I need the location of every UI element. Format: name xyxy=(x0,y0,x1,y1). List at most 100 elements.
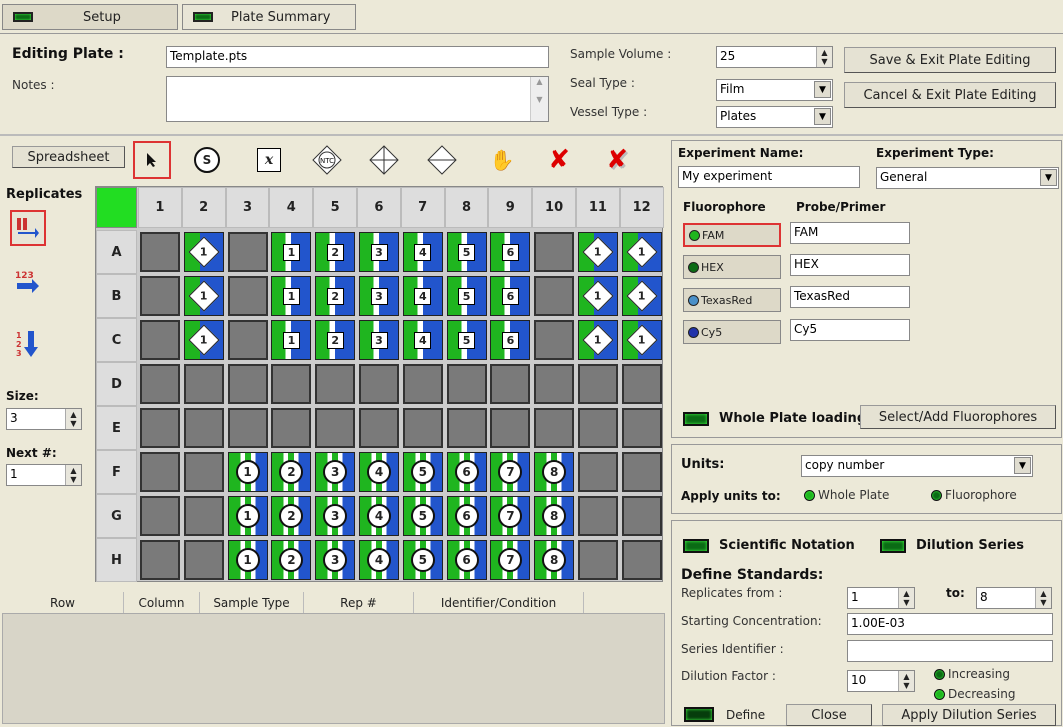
series-identifier-field[interactable] xyxy=(847,640,1053,662)
apply-whole-plate-radio[interactable]: Whole Plate xyxy=(804,488,889,502)
notes-field[interactable] xyxy=(166,76,549,122)
well-A5[interactable]: 2 xyxy=(315,232,356,272)
experiment-name-field[interactable]: My experiment xyxy=(678,166,860,188)
column-header-5[interactable]: 5 xyxy=(313,187,357,228)
well-D5[interactable] xyxy=(315,364,356,404)
well-C5[interactable]: 2 xyxy=(315,320,356,360)
well-C11[interactable]: 1 xyxy=(578,320,618,360)
select-all-corner[interactable] xyxy=(96,187,137,228)
well-E9[interactable] xyxy=(490,408,531,448)
column-header-12[interactable]: 12 xyxy=(619,187,664,228)
next-spinner[interactable]: ▲ ▼ xyxy=(65,465,81,485)
replicate-horizontal-icon[interactable]: 123 xyxy=(10,264,46,300)
fluorophore-cy5-button[interactable]: Cy5 xyxy=(683,320,781,344)
fluorophore-hex-button[interactable]: HEX xyxy=(683,255,781,279)
well-A11[interactable]: 1 xyxy=(578,232,618,272)
column-header-1[interactable]: 1 xyxy=(138,187,182,228)
column-header-6[interactable]: 6 xyxy=(357,187,401,228)
well-H10[interactable]: 8 xyxy=(534,540,575,580)
well-H3[interactable]: 1 xyxy=(227,540,268,580)
well-B1[interactable] xyxy=(140,276,180,316)
chevron-down-icon[interactable]: ▼ xyxy=(1040,169,1057,186)
define-toggle[interactable]: Define xyxy=(684,707,765,722)
row-header-B[interactable]: B xyxy=(96,274,137,318)
apply-fluorophore-radio[interactable]: Fluorophore xyxy=(931,488,1017,502)
well-D4[interactable] xyxy=(271,364,312,404)
tab-plate-summary[interactable]: Plate Summary xyxy=(182,4,356,30)
well-E4[interactable] xyxy=(271,408,312,448)
well-H4[interactable]: 2 xyxy=(271,540,312,580)
well-B2[interactable]: 1 xyxy=(183,276,224,316)
well-G4[interactable]: 2 xyxy=(271,496,312,536)
well-F6[interactable]: 4 xyxy=(359,452,399,492)
well-E6[interactable] xyxy=(359,408,399,448)
well-D2[interactable] xyxy=(183,364,224,404)
row-header-C[interactable]: C xyxy=(96,318,137,362)
column-header-4[interactable]: 4 xyxy=(269,187,314,228)
well-C8[interactable]: 5 xyxy=(446,320,487,360)
well-G6[interactable]: 4 xyxy=(359,496,399,536)
dilution-series-toggle[interactable]: Dilution Series xyxy=(880,538,1024,553)
probe-hex-field[interactable]: HEX xyxy=(790,254,910,276)
well-A8[interactable]: 5 xyxy=(446,232,487,272)
well-A4[interactable]: 1 xyxy=(271,232,312,272)
well-D8[interactable] xyxy=(446,364,487,404)
column-header-8[interactable]: 8 xyxy=(444,187,489,228)
well-B5[interactable]: 2 xyxy=(315,276,356,316)
plate-filename-field[interactable]: Template.pts xyxy=(166,46,549,68)
well-H9[interactable]: 7 xyxy=(490,540,531,580)
well-F1[interactable] xyxy=(140,452,180,492)
well-F9[interactable]: 7 xyxy=(490,452,531,492)
well-F8[interactable]: 6 xyxy=(446,452,487,492)
well-G7[interactable]: 5 xyxy=(402,496,443,536)
well-G10[interactable]: 8 xyxy=(534,496,575,536)
well-F4[interactable]: 2 xyxy=(271,452,312,492)
whole-plate-loading-toggle[interactable]: Whole Plate loading xyxy=(683,411,866,426)
well-C9[interactable]: 6 xyxy=(490,320,531,360)
tab-setup[interactable]: Setup xyxy=(2,4,178,30)
decreasing-radio[interactable]: Decreasing xyxy=(934,687,1015,701)
well-H1[interactable] xyxy=(140,540,180,580)
col-header-column[interactable]: Column xyxy=(124,592,200,613)
standard-s-icon[interactable]: S xyxy=(188,141,226,179)
well-B8[interactable]: 5 xyxy=(446,276,487,316)
column-header-3[interactable]: 3 xyxy=(225,187,270,228)
replicates-from-spinner[interactable]: ▲ ▼ xyxy=(898,588,914,608)
well-D9[interactable] xyxy=(490,364,531,404)
well-D11[interactable] xyxy=(578,364,618,404)
size-spinner[interactable]: ▲ ▼ xyxy=(65,409,81,429)
dilution-factor-spinner[interactable]: ▲ ▼ xyxy=(898,671,914,691)
well-E2[interactable] xyxy=(183,408,224,448)
well-C2[interactable]: 1 xyxy=(183,320,224,360)
row-header-D[interactable]: D xyxy=(96,362,137,406)
well-A6[interactable]: 3 xyxy=(359,232,399,272)
well-F11[interactable] xyxy=(578,452,618,492)
well-D6[interactable] xyxy=(359,364,399,404)
well-C6[interactable]: 3 xyxy=(359,320,399,360)
diamond-cross-icon[interactable] xyxy=(365,141,403,179)
red-x-icon[interactable]: ✘ xyxy=(540,141,578,179)
seal-type-select[interactable]: Film ▼ xyxy=(716,79,833,101)
well-G1[interactable] xyxy=(140,496,180,536)
well-G3[interactable]: 1 xyxy=(227,496,268,536)
well-C7[interactable]: 4 xyxy=(402,320,443,360)
to-spinner[interactable]: ▲ ▼ xyxy=(1035,588,1051,608)
well-A10[interactable] xyxy=(534,232,575,272)
well-C3[interactable] xyxy=(227,320,268,360)
well-D1[interactable] xyxy=(140,364,180,404)
col-header-row[interactable]: Row xyxy=(2,592,124,613)
well-F3[interactable]: 1 xyxy=(227,452,268,492)
well-B3[interactable] xyxy=(227,276,268,316)
column-header-10[interactable]: 10 xyxy=(532,187,576,228)
replicate-vertical-icon[interactable]: 123 xyxy=(10,326,46,362)
well-A2[interactable]: 1 xyxy=(183,232,224,272)
save-exit-button[interactable]: Save & Exit Plate Editing xyxy=(844,47,1056,73)
notes-scrollbar[interactable]: ▲ ▼ xyxy=(530,77,548,121)
select-add-fluorophores-button[interactable]: Select/Add Fluorophores xyxy=(860,405,1056,429)
well-B4[interactable]: 1 xyxy=(271,276,312,316)
well-C1[interactable] xyxy=(140,320,180,360)
well-H6[interactable]: 4 xyxy=(359,540,399,580)
column-header-9[interactable]: 9 xyxy=(488,187,533,228)
well-D12[interactable] xyxy=(621,364,662,404)
ntc-icon[interactable]: NTC xyxy=(308,141,346,179)
